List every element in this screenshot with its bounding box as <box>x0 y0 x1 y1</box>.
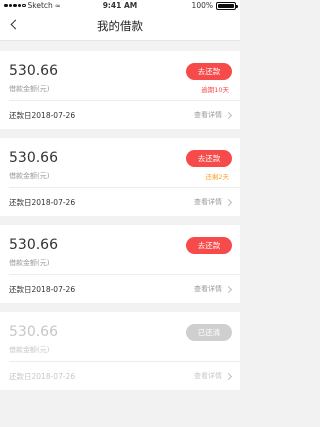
divider <box>9 274 240 275</box>
page-title: 我的借款 <box>97 19 143 33</box>
due-date: 还款日2018-07-26 <box>9 198 76 207</box>
chevron-right-icon <box>224 372 233 380</box>
loan-amount: 530.66 <box>9 324 58 340</box>
loan-card: 530.66 借款金额(元) 去还款 还剩2天 还款日2018-07-26 查看… <box>0 138 240 216</box>
view-details-link[interactable]: 查看详情 <box>194 197 233 207</box>
chevron-right-icon <box>224 285 233 293</box>
view-details-label: 查看详情 <box>194 372 222 380</box>
status-bar: Sketch ≈ 9:41 AM 100% <box>0 0 240 11</box>
divider <box>9 100 240 101</box>
divider <box>9 187 240 188</box>
view-details-label: 查看详情 <box>194 198 222 206</box>
remaining-days-note: 还剩2天 <box>205 173 229 181</box>
repay-button[interactable]: 去还款 <box>186 237 232 254</box>
loan-amount: 530.66 <box>9 63 58 79</box>
view-details-link[interactable]: 查看详情 <box>194 284 233 294</box>
due-date: 还款日2018-07-26 <box>9 372 76 381</box>
overdue-note: 逾期10天 <box>201 86 229 94</box>
divider <box>9 361 240 362</box>
battery-status: 100% <box>191 1 238 10</box>
loan-card: 530.66 借款金额(元) 去还款 逾期10天 还款日2018-07-26 查… <box>0 51 240 129</box>
chevron-right-icon <box>224 198 233 206</box>
view-details-label: 查看详情 <box>194 285 222 293</box>
battery-icon <box>216 1 238 10</box>
loan-amount-label: 借款金额(元) <box>9 85 50 93</box>
chevron-right-icon <box>224 111 233 119</box>
view-details-link[interactable]: 查看详情 <box>194 110 233 120</box>
view-details-label: 查看详情 <box>194 111 222 119</box>
due-date: 还款日2018-07-26 <box>9 111 76 120</box>
loan-card: 530.66 借款金额(元) 去还款 还款日2018-07-26 查看详情 <box>0 225 240 303</box>
battery-percent: 100% <box>191 1 213 10</box>
loan-card-paid: 530.66 借款金额(元) 已还清 还款日2018-07-26 查看详情 <box>0 312 240 390</box>
repay-button[interactable]: 去还款 <box>186 63 232 80</box>
repay-button[interactable]: 去还款 <box>186 150 232 167</box>
loan-amount-label: 借款金额(元) <box>9 172 50 180</box>
due-date: 还款日2018-07-26 <box>9 285 76 294</box>
loan-amount: 530.66 <box>9 237 58 253</box>
loan-amount-label: 借款金额(元) <box>9 259 50 267</box>
nav-bar: 我的借款 <box>0 11 240 41</box>
loan-amount-label: 借款金额(元) <box>9 346 50 354</box>
paid-off-button: 已还清 <box>186 324 232 341</box>
view-details-link[interactable]: 查看详情 <box>194 371 233 381</box>
loan-amount: 530.66 <box>9 150 58 166</box>
loan-list: 530.66 借款金额(元) 去还款 逾期10天 还款日2018-07-26 查… <box>0 41 240 390</box>
